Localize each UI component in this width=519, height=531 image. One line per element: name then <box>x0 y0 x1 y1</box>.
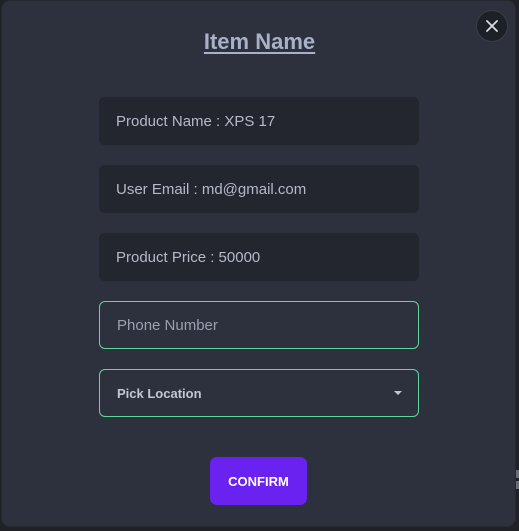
user-email-value: User Email : md@gmail.com <box>116 180 307 198</box>
product-name-value: Product Name : XPS 17 <box>116 112 276 130</box>
product-price-field[interactable]: Product Price : 50000 <box>99 233 419 281</box>
modal-title: Item Name <box>203 29 316 54</box>
location-select-label: Pick Location <box>117 385 202 401</box>
chevron-down-icon <box>394 391 402 395</box>
item-modal: Item Name Product Name : XPS 17 User Ema… <box>2 1 515 526</box>
confirm-button[interactable]: CONFIRM <box>210 457 307 505</box>
location-select[interactable]: Pick Location <box>99 369 419 417</box>
product-price-value: Product Price : 50000 <box>116 248 261 266</box>
phone-number-input[interactable] <box>117 316 418 334</box>
user-email-field[interactable]: User Email : md@gmail.com <box>99 165 419 213</box>
phone-number-field[interactable] <box>99 301 419 349</box>
product-name-field[interactable]: Product Name : XPS 17 <box>99 97 419 145</box>
